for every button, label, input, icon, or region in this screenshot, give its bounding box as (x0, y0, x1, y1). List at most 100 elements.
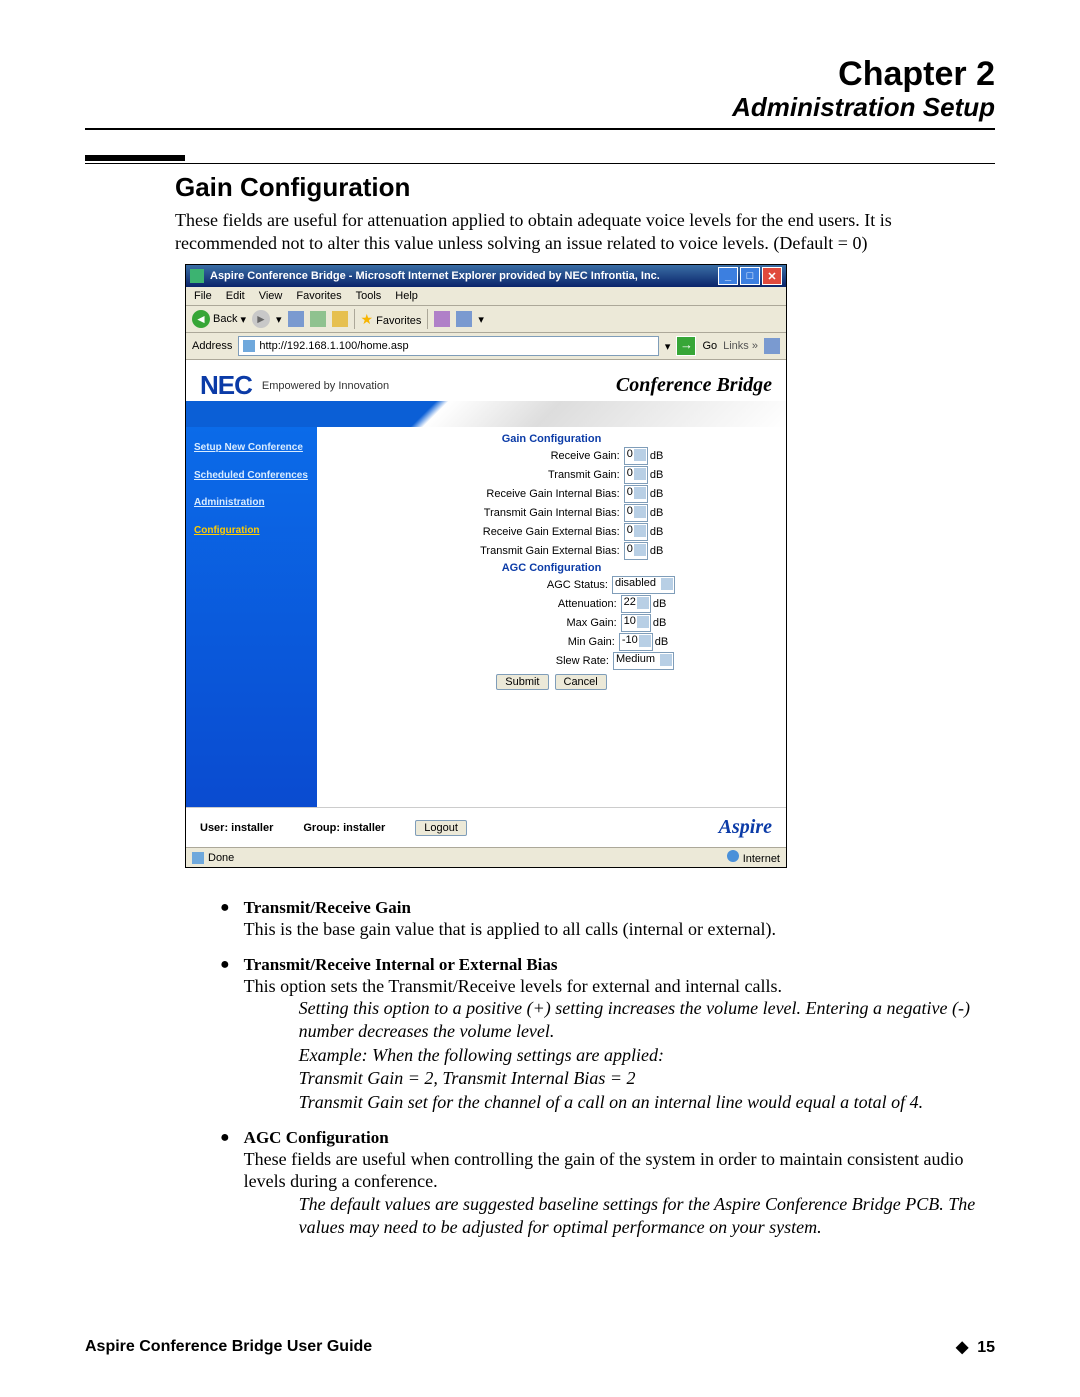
address-label: Address (192, 340, 232, 352)
chapter-number: Chapter 2 (85, 55, 995, 94)
atten-label: Attenuation: (437, 598, 621, 610)
book-title: Aspire Conference Bridge User Guide (85, 1338, 372, 1356)
b1-title: Transmit/Receive Gain (244, 898, 995, 918)
slew-label: Slew Rate: (429, 655, 613, 667)
favorites-button[interactable]: ★ Favorites (361, 311, 422, 328)
screenshot-ie-window: Aspire Conference Bridge - Microsoft Int… (185, 264, 787, 868)
links-label[interactable]: Links » (723, 340, 758, 352)
dropdown-icon-2[interactable]: ▾ (478, 313, 484, 326)
zone-text: Internet (743, 853, 780, 865)
tx-int-select[interactable]: 0 (624, 504, 648, 522)
rx-gain-select[interactable]: 0 (624, 447, 648, 465)
b3-it1: The default values are suggested baselin… (299, 1193, 995, 1240)
bullet-dot: ● (220, 955, 230, 1114)
header-swoosh (186, 401, 786, 427)
menu-favorites[interactable]: Favorites (296, 290, 341, 302)
b1-text: This is the base gain value that is appl… (244, 918, 995, 941)
min-gain-label: Min Gain: (435, 636, 619, 648)
submit-button[interactable]: Submit (496, 674, 548, 690)
chapter-subtitle: Administration Setup (85, 92, 995, 123)
page-header: Chapter 2 Administration Setup (85, 55, 995, 130)
section-title: Gain Configuration (175, 172, 995, 203)
menu-help[interactable]: Help (395, 290, 418, 302)
min-gain-select[interactable]: -10 (619, 633, 653, 651)
close-button[interactable]: ✕ (762, 267, 782, 285)
back-button[interactable]: ◄Back ▾ (192, 310, 246, 328)
stop-icon[interactable] (288, 311, 304, 327)
section-rule (85, 155, 185, 161)
b2-it4: Transmit Gain set for the channel of a c… (299, 1091, 995, 1114)
extra-icon[interactable] (764, 338, 780, 354)
status-bar: Done Internet (186, 847, 786, 867)
nec-logo: NEC (200, 370, 252, 401)
menu-edit[interactable]: Edit (226, 290, 245, 302)
config-panel: Gain Configuration Receive Gain:0dB Tran… (317, 427, 786, 807)
status-text: Done (208, 852, 234, 864)
b2-title: Transmit/Receive Internal or External Bi… (244, 955, 995, 975)
tx-gain-label: Transmit Gain: (440, 469, 624, 481)
address-input[interactable]: http://192.168.1.100/home.asp (238, 336, 659, 356)
minimize-button[interactable]: _ (718, 267, 738, 285)
agc-status-select[interactable]: disabled (612, 576, 675, 594)
rx-int-label: Receive Gain Internal Bias: (440, 488, 624, 500)
b3-title: AGC Configuration (244, 1128, 995, 1148)
tx-gain-select[interactable]: 0 (624, 466, 648, 484)
b2-it3: Transmit Gain = 2, Transmit Internal Bia… (299, 1067, 995, 1090)
b2-it2: Example: When the following settings are… (299, 1044, 995, 1067)
agc-status-label: AGC Status: (428, 579, 612, 591)
sidebar-scheduled[interactable]: Scheduled Conferences (194, 469, 309, 483)
section-intro: These fields are useful for attenuation … (175, 209, 995, 254)
sidebar-setup-new[interactable]: Setup New Conference (194, 441, 309, 455)
logout-button[interactable]: Logout (415, 820, 467, 836)
agc-config-title: AGC Configuration (317, 562, 786, 574)
nec-tagline: Empowered by Innovation (262, 380, 389, 392)
refresh-icon[interactable] (310, 311, 326, 327)
aspire-logo: Aspire (719, 816, 772, 839)
menu-tools[interactable]: Tools (356, 290, 382, 302)
tx-ext-label: Transmit Gain External Bias: (440, 545, 624, 557)
toolbar: ◄Back ▾ ► ▾ ★ Favorites ▾ (186, 306, 786, 333)
gain-config-title: Gain Configuration (317, 433, 786, 445)
page-number: 15 (977, 1339, 995, 1356)
group-label: Group: installer (303, 822, 385, 834)
sidebar-administration[interactable]: Administration (194, 496, 309, 510)
rx-int-select[interactable]: 0 (624, 485, 648, 503)
max-gain-label: Max Gain: (437, 617, 621, 629)
go-label: Go (702, 340, 717, 352)
app-footer: User: installer Group: installer Logout … (186, 807, 786, 847)
cancel-button[interactable]: Cancel (555, 674, 607, 690)
page-icon (243, 340, 255, 352)
rx-ext-select[interactable]: 0 (624, 523, 648, 541)
b2-text: This option sets the Transmit/Receive le… (244, 975, 995, 998)
tx-int-label: Transmit Gain Internal Bias: (440, 507, 624, 519)
window-title: Aspire Conference Bridge - Microsoft Int… (210, 270, 660, 282)
tx-ext-select[interactable]: 0 (624, 542, 648, 560)
toolbar-icon-1[interactable] (434, 311, 450, 327)
address-bar: Address http://192.168.1.100/home.asp ▾ … (186, 333, 786, 360)
home-icon[interactable] (332, 311, 348, 327)
address-dropdown-icon[interactable]: ▾ (665, 340, 671, 353)
user-label: User: installer (200, 822, 273, 834)
forward-button[interactable]: ► (252, 310, 270, 328)
sidebar-configuration[interactable]: Configuration (194, 524, 309, 538)
ie-app-icon (190, 269, 204, 283)
dropdown-icon[interactable]: ▾ (276, 313, 282, 326)
rx-ext-label: Receive Gain External Bias: (440, 526, 624, 538)
atten-select[interactable]: 22 (621, 595, 651, 613)
status-page-icon (192, 852, 204, 864)
b3-text: These fields are useful when controlling… (244, 1148, 995, 1193)
page-footer: Aspire Conference Bridge User Guide ◆ 15 (85, 1337, 995, 1357)
menu-bar: File Edit View Favorites Tools Help (186, 287, 786, 306)
conference-bridge-title: Conference Bridge (616, 374, 772, 397)
rx-gain-label: Receive Gain: (440, 450, 624, 462)
slew-select[interactable]: Medium (613, 652, 674, 670)
go-button[interactable]: → (676, 336, 696, 356)
sidebar: Setup New Conference Scheduled Conferenc… (186, 427, 317, 807)
menu-view[interactable]: View (259, 290, 283, 302)
toolbar-icon-2[interactable] (456, 311, 472, 327)
maximize-button[interactable]: □ (740, 267, 760, 285)
menu-file[interactable]: File (194, 290, 212, 302)
globe-icon (727, 850, 739, 862)
b2-it1: Setting this option to a positive (+) se… (299, 997, 995, 1044)
max-gain-select[interactable]: 10 (621, 614, 651, 632)
